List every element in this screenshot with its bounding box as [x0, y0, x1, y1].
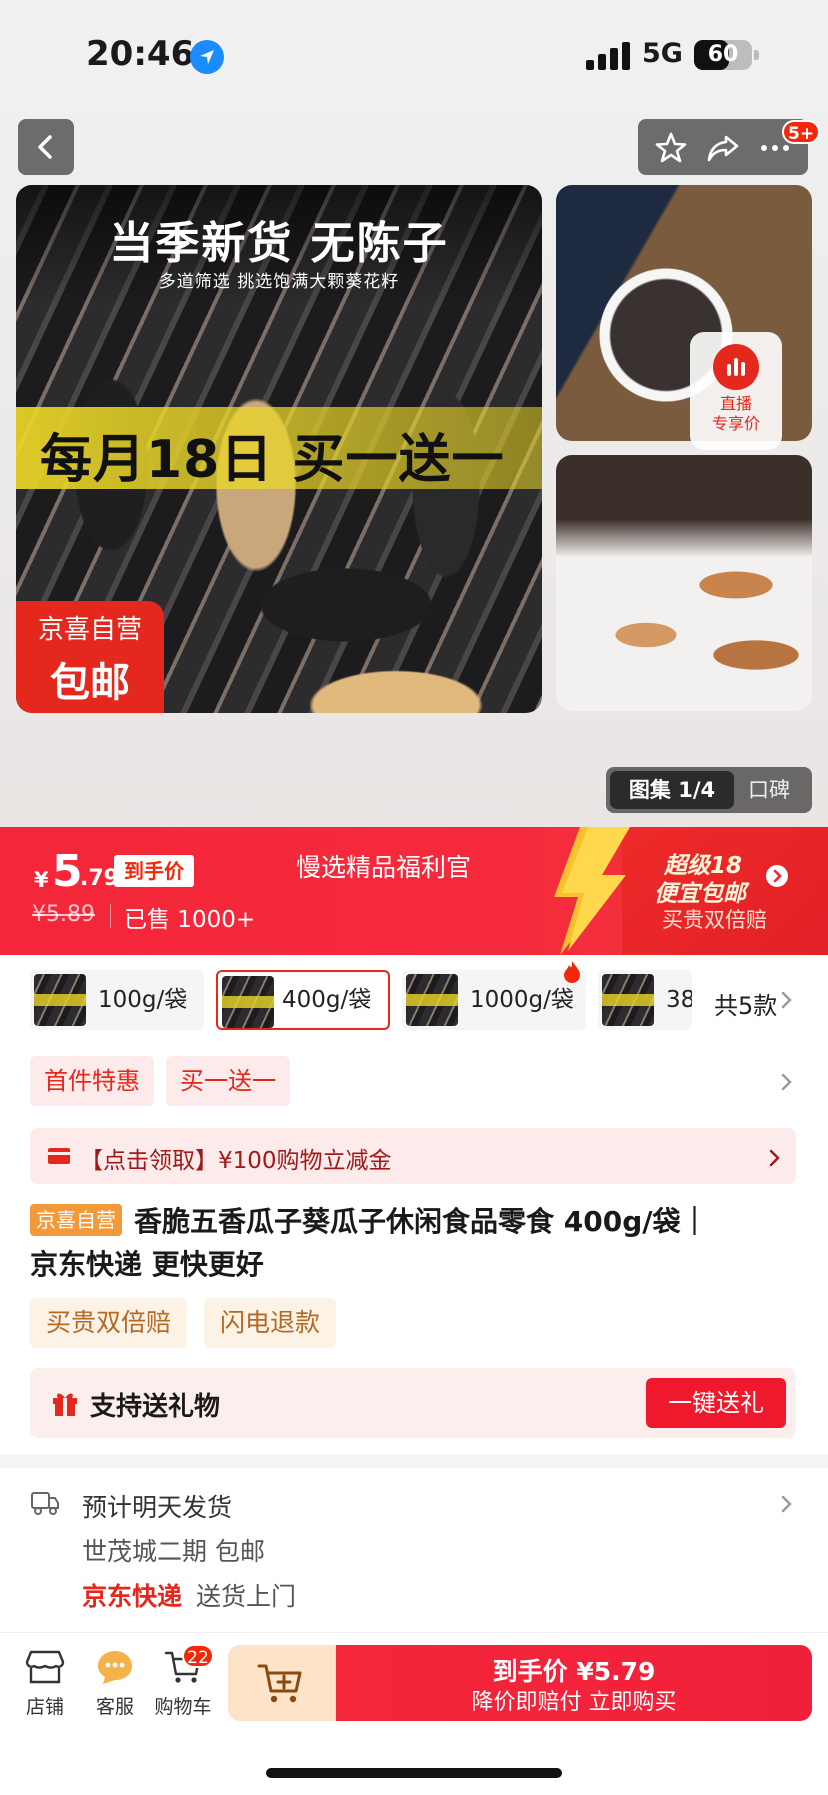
add-to-cart-button[interactable] — [228, 1645, 338, 1721]
service-label: 客服 — [95, 1696, 134, 1718]
variant-thumb — [222, 976, 274, 1028]
promo-tag-bogo[interactable]: 买一送一 — [166, 1056, 290, 1106]
customer-service-button[interactable]: 客服 — [80, 1648, 150, 1719]
variant-label: 100g/袋 — [98, 987, 188, 1013]
chevron-right-icon — [781, 991, 792, 1009]
send-gift-button[interactable]: 一键送礼 — [646, 1378, 786, 1428]
banner-title: 慢选精品福利官 — [296, 853, 472, 882]
jingxi-free-shipping-tag: 京喜自营 包邮 — [16, 601, 164, 713]
variant-label: 400g/袋 — [282, 987, 372, 1013]
battery-tip — [754, 50, 759, 60]
variant-thumb — [406, 974, 458, 1026]
variant-100g[interactable]: 100g/袋 — [30, 970, 204, 1030]
store-icon — [25, 1650, 65, 1684]
image-promo-text: 每月18日 买一送一 — [40, 430, 505, 490]
add-cart-icon — [257, 1664, 302, 1703]
shop-button[interactable]: 店铺 — [10, 1648, 80, 1719]
side-image-kernels[interactable] — [556, 455, 812, 711]
gift-icon — [53, 1393, 77, 1416]
star-icon[interactable] — [654, 131, 688, 165]
super18-line3: 买贵双倍赔 — [662, 908, 767, 932]
tag-line1: 京喜自营 — [37, 615, 142, 645]
cart-count-badge: 22 — [182, 1644, 214, 1668]
divider — [110, 904, 111, 928]
cart-label: 购物车 — [154, 1696, 212, 1718]
chevron-right-icon — [766, 865, 788, 887]
buy-now-label: 降价即赔付 立即购买 — [471, 1690, 677, 1715]
ship-delivery: 送货上门 — [196, 1582, 297, 1611]
location-arrow-icon — [190, 40, 224, 74]
variant-label: 1000g/袋 — [470, 987, 574, 1013]
service-tag-fast-refund[interactable]: 闪电退款 — [204, 1298, 337, 1348]
image-headline: 当季新货 无陈子 — [109, 218, 449, 269]
live-price-card[interactable]: 直播 专享价 — [690, 332, 782, 450]
super18-line2: 便宜包邮 — [654, 881, 746, 907]
chevron-right-icon — [769, 1149, 780, 1167]
buy-final-price: 到手价 ¥5.79 — [492, 1657, 656, 1686]
network-type: 5G — [642, 38, 683, 69]
lightning-icon — [554, 827, 630, 955]
ship-estimate[interactable]: 预计明天发货 — [82, 1488, 232, 1524]
live-label: 直播 — [719, 394, 752, 413]
hot-flame-icon — [564, 961, 580, 983]
original-price: ¥5.89 — [32, 902, 95, 927]
shop-label: 店铺 — [25, 1696, 64, 1718]
truck-icon — [31, 1492, 59, 1515]
currency-symbol: ¥ — [34, 868, 49, 892]
card-icon — [48, 1148, 70, 1164]
variant-thumb — [602, 974, 654, 1026]
album-tab[interactable]: 图集 1/4 — [610, 771, 734, 809]
sold-count: 已售 1000+ — [124, 907, 256, 933]
variant-1000g[interactable]: 1000g/袋 — [402, 970, 586, 1030]
final-price-tag: 到手价 — [114, 855, 194, 887]
battery-percent: 60 — [707, 42, 739, 67]
tag-line2: 包邮 — [50, 660, 130, 706]
section-separator — [0, 1454, 828, 1468]
coupon-text: 【点击领取】¥100购物立减金 — [80, 1148, 392, 1174]
image-subline: 多道筛选 挑选饱满大颗葵花籽 — [158, 272, 400, 292]
shop-tag: 京喜自营 — [30, 1204, 122, 1236]
home-indicator — [266, 1768, 562, 1778]
chevron-right-icon[interactable] — [780, 1072, 794, 1092]
variant-total[interactable]: 共5款 — [706, 986, 777, 1021]
variant-400g[interactable]: 400g/袋 — [216, 970, 390, 1030]
share-icon[interactable] — [706, 131, 740, 165]
status-time: 20:46 — [86, 34, 195, 74]
chat-icon — [98, 1651, 132, 1684]
signal-icon — [586, 42, 630, 70]
product-title-line2: 京东快递 更快更好 — [30, 1248, 264, 1281]
product-title-line1: 香脆五香瓜子葵瓜子休闲食品零食 400g/袋｜ — [134, 1205, 709, 1238]
more-badge: 5+ — [782, 120, 821, 144]
price-integer: 5 — [52, 846, 83, 897]
main-product-image[interactable]: 当季新货 无陈子 多道筛选 挑选饱满大颗葵花籽 每月18日 买一送一 京喜自营 … — [16, 185, 542, 713]
gift-text: 支持送礼物 — [90, 1392, 221, 1422]
status-bar: 20:46 5G 60 — [0, 0, 828, 110]
variant-label: 38 — [666, 987, 692, 1013]
service-tag-double-compensation[interactable]: 买贵双倍赔 — [30, 1298, 188, 1348]
battery-icon: 60 — [694, 40, 752, 70]
review-tab[interactable]: 口碑 — [748, 771, 790, 809]
back-button[interactable] — [18, 119, 74, 175]
live-icon — [713, 344, 759, 390]
chevron-left-icon — [38, 135, 52, 159]
promo-tag-first-order[interactable]: 首件特惠 — [30, 1056, 154, 1106]
chevron-right-icon[interactable] — [780, 1494, 794, 1514]
variant-thumb — [34, 974, 86, 1026]
live-price-label: 专享价 — [711, 414, 760, 433]
variant-38[interactable]: 38 — [598, 970, 692, 1030]
ship-address[interactable]: 世茂城二期 包邮 — [82, 1532, 265, 1568]
ship-carrier: 京东快递 — [82, 1582, 183, 1611]
